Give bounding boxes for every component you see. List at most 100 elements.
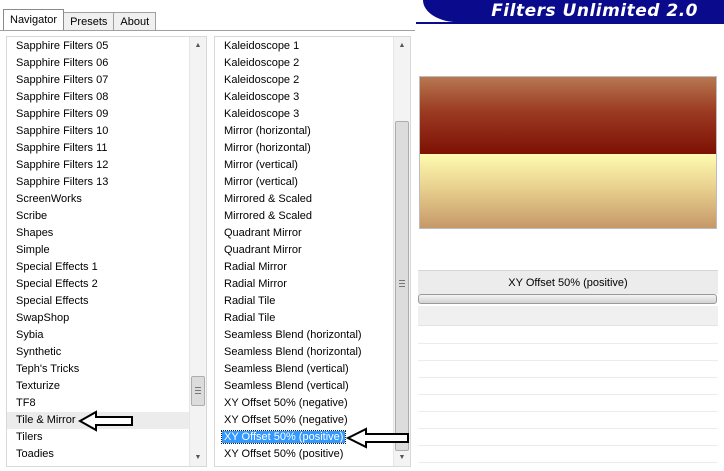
list-item[interactable]: Quadrant Mirror: [215, 242, 393, 259]
chevron-down-icon[interactable]: ▼: [190, 449, 206, 466]
list-item-label: TF8: [16, 397, 36, 409]
list-item-label: Radial Mirror: [224, 261, 287, 273]
tab-strip: Navigator Presets About: [3, 9, 157, 30]
list-item-label: Seamless Blend (vertical): [224, 380, 349, 392]
chevron-down-icon[interactable]: ▼: [394, 449, 410, 466]
list-item-label: Sapphire Filters 07: [16, 74, 109, 86]
list-item[interactable]: Sapphire Filters 12: [7, 157, 189, 174]
list-item[interactable]: Seamless Blend (vertical): [215, 361, 393, 378]
list-item[interactable]: Kaleidoscope 3: [215, 106, 393, 123]
list-item-label: Kaleidoscope 2: [224, 57, 300, 69]
list-item[interactable]: Sapphire Filters 11: [7, 140, 189, 157]
filter-scroll-thumb[interactable]: [395, 121, 409, 451]
list-item[interactable]: Scribe: [7, 208, 189, 225]
list-item[interactable]: Synthetic: [7, 344, 189, 361]
tab-presets[interactable]: Presets: [63, 12, 115, 30]
list-item-label: Sapphire Filters 10: [16, 125, 109, 137]
parameter-row: [418, 361, 718, 378]
list-item[interactable]: Kaleidoscope 2: [215, 72, 393, 89]
list-item[interactable]: Mirrored & Scaled: [215, 191, 393, 208]
list-item[interactable]: Mirror (vertical): [215, 157, 393, 174]
list-item-label: Seamless Blend (vertical): [224, 363, 349, 375]
list-item-label: Mirror (horizontal): [224, 125, 311, 137]
list-item[interactable]: SwapShop: [7, 310, 189, 327]
list-item-label: Shapes: [16, 227, 54, 239]
list-item-label: Tilers: [16, 431, 43, 443]
list-item[interactable]: Radial Mirror: [215, 259, 393, 276]
tab-navigator[interactable]: Navigator: [3, 9, 65, 30]
preview-top-half: [420, 77, 716, 154]
category-list-pane: Sapphire Filters 05 Sapphire Filters 06 Sa…: [6, 36, 207, 467]
list-item-label: Quadrant Mirror: [224, 227, 302, 239]
category-scrollbar[interactable]: ▲ ▼: [189, 37, 206, 466]
grip-icon: [195, 393, 201, 394]
list-item-label: Texturize: [16, 380, 61, 392]
list-item[interactable]: Mirror (vertical): [215, 174, 393, 191]
grip-icon: [195, 387, 201, 388]
parameter-row: [418, 327, 718, 344]
list-item[interactable]: Sapphire Filters 10: [7, 123, 189, 140]
list-item[interactable]: Teph's Tricks: [7, 361, 189, 378]
parameter-slider[interactable]: [418, 294, 717, 304]
list-item-label: XY Offset 50% (negative): [224, 414, 348, 426]
grip-icon: [195, 390, 201, 391]
chevron-up-icon[interactable]: ▲: [394, 37, 410, 54]
chevron-up-icon[interactable]: ▲: [190, 37, 206, 54]
list-item[interactable]: Mirror (horizontal): [215, 123, 393, 140]
list-item[interactable]: Texturize: [7, 378, 189, 395]
list-item-label: Scribe: [16, 210, 48, 222]
list-item[interactable]: Kaleidoscope 2: [215, 55, 393, 72]
list-item-label: XY Offset 50% (positive): [224, 448, 344, 460]
list-item[interactable]: ScreenWorks: [7, 191, 189, 208]
list-item-label: Sapphire Filters 11: [16, 142, 108, 154]
list-item[interactable]: XY Offset 50% (negative): [215, 395, 393, 412]
list-item[interactable]: Quadrant Mirror: [215, 225, 393, 242]
list-item[interactable]: Shapes: [7, 225, 189, 242]
list-item[interactable]: Special Effects: [7, 293, 189, 310]
list-item-label: Sapphire Filters 12: [16, 159, 109, 171]
list-item[interactable]: Sapphire Filters 05: [7, 38, 189, 55]
list-item-label: Mirror (horizontal): [224, 142, 311, 154]
list-item[interactable]: Simple: [7, 242, 189, 259]
list-item[interactable]: Kaleidoscope 3: [215, 89, 393, 106]
list-item[interactable]: Sapphire Filters 09: [7, 106, 189, 123]
tab-label: Presets: [70, 15, 108, 28]
grip-icon: [399, 283, 405, 284]
list-item[interactable]: Mirrored & Scaled: [215, 208, 393, 225]
list-item[interactable]: Mirror (horizontal): [215, 140, 393, 157]
list-item[interactable]: Sapphire Filters 06: [7, 55, 189, 72]
list-item[interactable]: Seamless Blend (horizontal): [215, 327, 393, 344]
list-item[interactable]: Radial Mirror: [215, 276, 393, 293]
list-item-label: SwapShop: [16, 312, 70, 324]
list-item-label: Kaleidoscope 3: [224, 91, 300, 103]
list-item[interactable]: Kaleidoscope 1: [215, 38, 393, 55]
list-item[interactable]: Special Effects 2: [7, 276, 189, 293]
list-item[interactable]: Sapphire Filters 07: [7, 72, 189, 89]
list-item-label: Seamless Blend (horizontal): [224, 346, 362, 358]
list-item-label: Sybia: [16, 329, 44, 341]
list-item-label: Kaleidoscope 1: [224, 40, 300, 52]
category-scroll-thumb[interactable]: [191, 376, 205, 406]
filter-scrollbar[interactable]: ▲ ▼: [393, 37, 410, 466]
list-item-label: Sapphire Filters 08: [16, 91, 109, 103]
tab-label: Navigator: [10, 14, 58, 26]
list-item[interactable]: Toadies: [7, 446, 189, 463]
list-item-label: ScreenWorks: [16, 193, 82, 205]
list-item[interactable]: Sapphire Filters 08: [7, 89, 189, 106]
list-item[interactable]: Sapphire Filters 13: [7, 174, 189, 191]
list-item[interactable]: Radial Tile: [215, 293, 393, 310]
list-item-label: Sapphire Filters 05: [16, 40, 109, 52]
parameter-row: [418, 446, 718, 463]
parameter-row: [418, 412, 718, 429]
list-item-label: Sapphire Filters 13: [16, 176, 109, 188]
list-item[interactable]: Special Effects 1: [7, 259, 189, 276]
list-item[interactable]: Radial Tile: [215, 310, 393, 327]
list-item[interactable]: Seamless Blend (horizontal): [215, 344, 393, 361]
grip-icon: [399, 280, 405, 281]
filter-list[interactable]: Kaleidoscope 1 Kaleidoscope 2 Kaleidoscope…: [215, 37, 393, 466]
category-list[interactable]: Sapphire Filters 05 Sapphire Filters 06 Sa…: [7, 37, 189, 466]
list-item[interactable]: Seamless Blend (vertical): [215, 378, 393, 395]
list-item-label: Radial Tile: [224, 312, 276, 324]
tab-about[interactable]: About: [113, 12, 157, 30]
list-item[interactable]: Sybia: [7, 327, 189, 344]
